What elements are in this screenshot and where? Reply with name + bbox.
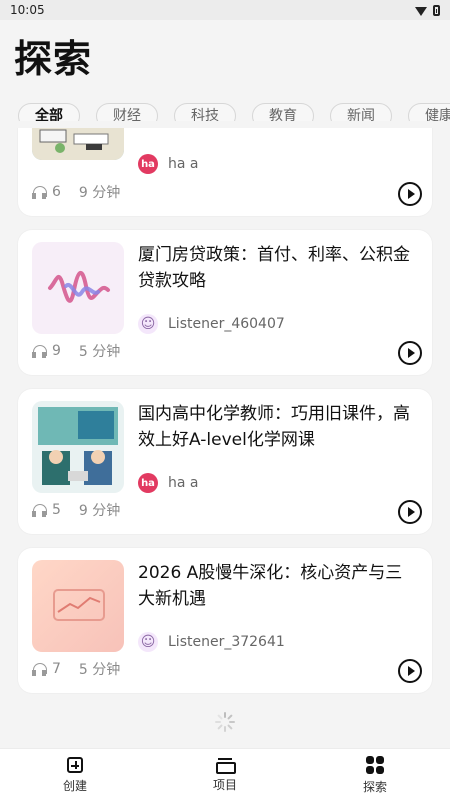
listen-count: 9 bbox=[52, 343, 61, 359]
author-name: Listener_460407 bbox=[168, 316, 285, 332]
play-button[interactable] bbox=[398, 341, 422, 365]
tab-news[interactable]: 新闻 bbox=[330, 103, 392, 121]
tab-education[interactable]: 教育 bbox=[252, 103, 314, 121]
tab-health[interactable]: 健康 bbox=[408, 103, 450, 121]
podcast-card[interactable]: ha ha a 6 9 分钟 bbox=[18, 128, 432, 216]
audio-wave-illustration bbox=[32, 242, 124, 334]
headphones-icon bbox=[32, 662, 47, 676]
status-bar: 10:05 bbox=[0, 0, 450, 20]
nav-projects-label: 项目 bbox=[212, 777, 237, 792]
podcast-thumbnail bbox=[32, 128, 124, 160]
podcast-title: 国内高中化学教师：巧用旧课件，高效上好A-level化学网课 bbox=[138, 404, 410, 450]
author-row: ☺ Listener_460407 bbox=[138, 314, 285, 334]
page-title: 探索 bbox=[14, 37, 93, 81]
nav-projects[interactable]: 项目 bbox=[150, 749, 300, 801]
play-button[interactable] bbox=[398, 500, 422, 524]
chemistry-class-illustration bbox=[32, 401, 124, 493]
listen-count: 6 bbox=[52, 184, 61, 200]
study-desk-illustration bbox=[32, 128, 124, 160]
nav-create-label: 创建 bbox=[62, 778, 87, 793]
listen-count: 7 bbox=[52, 661, 61, 677]
smile-avatar-icon: ☺ bbox=[138, 632, 158, 652]
tab-tech[interactable]: 科技 bbox=[174, 103, 236, 121]
status-time: 10:05 bbox=[10, 3, 45, 17]
duration: 5 分钟 bbox=[78, 662, 121, 678]
podcast-meta: 6 9 分钟 bbox=[32, 182, 120, 202]
category-tabs: 全部 财经 科技 教育 新闻 健康 bbox=[18, 103, 450, 121]
play-button[interactable] bbox=[398, 182, 422, 206]
listen-count: 5 bbox=[52, 502, 61, 518]
nav-explore[interactable]: 探索 bbox=[300, 749, 450, 801]
author-avatar: ha bbox=[138, 154, 158, 174]
tab-all[interactable]: 全部 bbox=[18, 103, 80, 121]
duration: 9 分钟 bbox=[78, 503, 121, 519]
podcast-thumbnail bbox=[32, 560, 124, 652]
podcast-title: 2026 A股慢牛深化：核心资产与三大新机遇 bbox=[138, 563, 403, 609]
podcast-title: 厦门房贷政策：首付、利率、公积金贷款攻略 bbox=[138, 245, 410, 291]
market-chart-illustration bbox=[32, 560, 124, 652]
author-avatar: ha bbox=[138, 473, 158, 493]
page-header: 探索 bbox=[0, 20, 450, 98]
author-row: ha ha a bbox=[138, 473, 198, 493]
headphones-icon bbox=[32, 185, 47, 199]
explore-list[interactable]: ha ha a 6 9 分钟 厦门房贷政策：首付、利率、公积金贷款攻略 ☺ Li… bbox=[0, 128, 450, 748]
add-square-icon bbox=[67, 756, 83, 773]
play-button[interactable] bbox=[398, 659, 422, 683]
battery-icon bbox=[433, 4, 440, 16]
folder-stack-icon bbox=[216, 757, 236, 774]
headphones-icon bbox=[32, 344, 47, 358]
nav-explore-label: 探索 bbox=[362, 779, 387, 794]
podcast-meta: 5 9 分钟 bbox=[32, 500, 120, 520]
bottom-navigation: 创建 项目 探索 bbox=[0, 748, 450, 801]
author-row: ha ha a bbox=[138, 154, 198, 174]
podcast-meta: 9 5 分钟 bbox=[32, 341, 120, 361]
podcast-card[interactable]: 2026 A股慢牛深化：核心资产与三大新机遇 ☺ Listener_372641… bbox=[18, 548, 432, 693]
author-name: ha a bbox=[168, 156, 199, 172]
podcast-card[interactable]: 国内高中化学教师：巧用旧课件，高效上好A-level化学网课 ha ha a 5… bbox=[18, 389, 432, 534]
grid-icon bbox=[366, 755, 384, 774]
podcast-thumbnail bbox=[32, 242, 124, 334]
duration: 5 分钟 bbox=[78, 344, 121, 360]
author-row: ☺ Listener_372641 bbox=[138, 632, 285, 652]
nav-create[interactable]: 创建 bbox=[0, 749, 150, 801]
smile-avatar-icon: ☺ bbox=[138, 314, 158, 334]
podcast-meta: 7 5 分钟 bbox=[32, 659, 120, 679]
tab-finance[interactable]: 财经 bbox=[96, 103, 158, 121]
podcast-card[interactable]: 厦门房贷政策：首付、利率、公积金贷款攻略 ☺ Listener_460407 9… bbox=[18, 230, 432, 375]
headphones-icon bbox=[32, 503, 47, 517]
wifi-icon bbox=[415, 6, 427, 16]
podcast-thumbnail bbox=[32, 401, 124, 493]
loading-spinner-icon bbox=[215, 712, 235, 732]
status-icons bbox=[415, 4, 440, 16]
duration: 9 分钟 bbox=[78, 185, 121, 201]
author-name: Listener_372641 bbox=[168, 634, 285, 650]
author-name: ha a bbox=[168, 475, 199, 491]
